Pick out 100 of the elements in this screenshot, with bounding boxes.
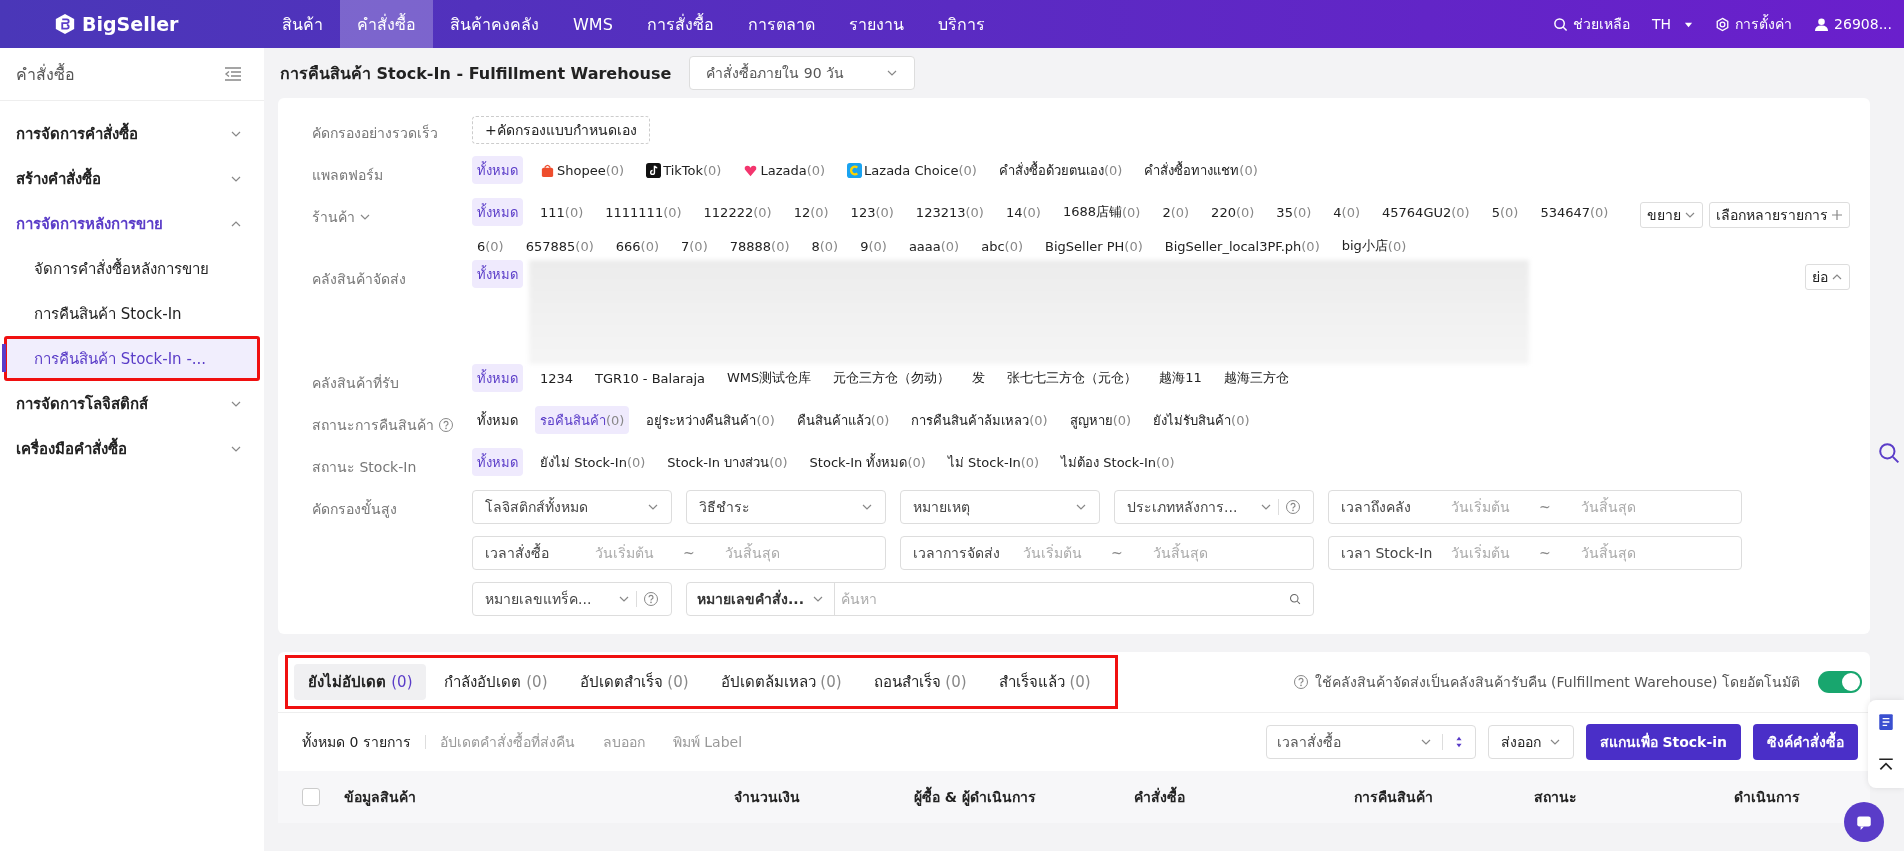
dropdown-field[interactable]: โลจิสติกส์ทั้งหมด bbox=[472, 490, 672, 524]
filter-option[interactable]: 发 bbox=[967, 364, 991, 392]
filter-option[interactable]: Stock-In บางส่วน(0) bbox=[662, 448, 793, 476]
select-all-checkbox[interactable] bbox=[302, 788, 320, 806]
dropdown-field[interactable]: ประเภทหลังการ... bbox=[1114, 490, 1314, 524]
filter-option[interactable]: big小店(0) bbox=[1336, 232, 1412, 260]
multi-select-button[interactable]: เลือกหลายรายการ bbox=[1709, 202, 1850, 228]
nav-tab[interactable]: สินค้าคงคลัง bbox=[433, 0, 556, 48]
collapse-button[interactable]: ย่อ bbox=[1805, 264, 1850, 290]
filter-option[interactable]: Shopee(0) bbox=[535, 156, 630, 184]
filter-option[interactable]: ทั้งหมด bbox=[472, 156, 523, 184]
filter-option[interactable]: Stock-In ทั้งหมด(0) bbox=[804, 448, 931, 476]
status-tab[interactable]: ยังไม่อัปเดต (0) bbox=[294, 664, 427, 700]
filter-option[interactable]: 1688店铺(0) bbox=[1057, 198, 1146, 226]
nav-tab[interactable]: การสั่งซื้อ bbox=[629, 0, 731, 48]
sidebar-group[interactable]: สร้างคำสั่งซื้อ bbox=[0, 156, 264, 201]
filter-option[interactable]: ยังไม่รับสินค้า(0) bbox=[1148, 406, 1255, 434]
filter-option[interactable]: 666(0) bbox=[610, 232, 664, 260]
help-link[interactable]: ช่วยเหลือ bbox=[1553, 13, 1630, 35]
filter-option[interactable]: BigSeller_local3PF.ph(0) bbox=[1159, 232, 1325, 260]
filter-option[interactable]: WMS测试仓库 bbox=[722, 364, 817, 392]
filter-option[interactable]: abc(0) bbox=[976, 232, 1028, 260]
filter-option[interactable]: 4(0) bbox=[1328, 198, 1366, 226]
filter-option[interactable]: รอคืนสินค้า(0) bbox=[535, 406, 630, 434]
collapse-menu-icon[interactable] bbox=[224, 67, 242, 81]
sync-button[interactable]: ซิงค์คำสั่งซื้อ bbox=[1753, 724, 1858, 760]
filter-option[interactable]: aaaa(0) bbox=[903, 232, 965, 260]
date-range-field[interactable]: เวลาถึงคลัง วันเริ่มต้น ~ วันสิ้นสุด bbox=[1328, 490, 1742, 524]
filter-option[interactable]: 7(0) bbox=[676, 232, 713, 260]
sidebar-item[interactable]: การคืนสินค้า Stock-In -... bbox=[4, 336, 260, 381]
status-tab[interactable]: ถอนสำเร็จ (0) bbox=[859, 664, 981, 700]
date-range-field[interactable]: เวลาการจัดส่ง วันเริ่มต้น ~ วันสิ้นสุด bbox=[900, 536, 1314, 570]
chat-button[interactable] bbox=[1844, 802, 1884, 842]
sidebar-group[interactable]: เครื่องมือคำสั่งซื้อ bbox=[0, 426, 264, 471]
filter-option[interactable]: ทั้งหมด bbox=[472, 364, 523, 392]
filter-option[interactable]: 111(0) bbox=[535, 198, 589, 226]
filter-option[interactable]: Lazada(0) bbox=[738, 156, 831, 184]
nav-tab[interactable]: WMS bbox=[556, 0, 630, 48]
filter-option[interactable]: 123(0) bbox=[845, 198, 899, 226]
filter-label[interactable]: ร้านค้า bbox=[312, 198, 472, 228]
filter-option[interactable]: คำสั่งซื้อทางแชท(0) bbox=[1139, 156, 1263, 184]
user-menu[interactable]: 26908... bbox=[1814, 13, 1892, 35]
filter-option[interactable]: คำสั่งซื้อด้วยตนเอง(0) bbox=[993, 156, 1128, 184]
sidebar-group[interactable]: การจัดการหลังการขาย bbox=[0, 201, 264, 246]
filter-option[interactable]: 越海三方仓 bbox=[1218, 364, 1294, 392]
nav-tab[interactable]: บริการ bbox=[920, 0, 1002, 48]
filter-option[interactable]: 123213(0) bbox=[910, 198, 989, 226]
scan-button[interactable]: สแกนเพื่อ Stock-in bbox=[1585, 724, 1741, 760]
filter-option[interactable]: 657885(0) bbox=[520, 232, 599, 260]
help-icon[interactable] bbox=[1292, 674, 1309, 690]
filter-option[interactable]: TikTok(0) bbox=[641, 156, 727, 184]
custom-filter-button[interactable]: +คัดกรองแบบกำหนดเอง bbox=[472, 116, 650, 144]
filter-option[interactable]: 220(0) bbox=[1206, 198, 1260, 226]
filter-option[interactable]: 534647(0) bbox=[1535, 198, 1614, 226]
period-select[interactable]: คำสั่งซื้อภายใน 90 วัน bbox=[689, 56, 916, 90]
nav-tab[interactable]: สินค้า bbox=[265, 0, 340, 48]
sidebar-group[interactable]: การจัดการโลจิสติกส์ bbox=[0, 381, 264, 426]
toggle-switch[interactable] bbox=[1818, 671, 1862, 693]
filter-option[interactable]: 45764GU2(0) bbox=[1377, 198, 1475, 226]
expand-button[interactable]: ขยาย bbox=[1640, 202, 1703, 228]
filter-option[interactable]: สูญหาย(0) bbox=[1064, 406, 1137, 434]
status-tab[interactable]: อัปเดตสำเร็จ (0) bbox=[565, 664, 703, 700]
language-selector[interactable]: TH bbox=[1652, 13, 1694, 35]
filter-option[interactable]: ทั้งหมด bbox=[472, 406, 523, 434]
sidebar-group[interactable]: การจัดการคำสั่งซื้อ bbox=[0, 111, 264, 156]
filter-option[interactable]: ยังไม่ Stock-In(0) bbox=[535, 448, 651, 476]
logo[interactable]: BigSeller bbox=[0, 13, 210, 35]
filter-option[interactable]: 2(0) bbox=[1157, 198, 1195, 226]
nav-tab[interactable]: การตลาด bbox=[730, 0, 832, 48]
help-icon[interactable] bbox=[1285, 499, 1301, 515]
nav-tab[interactable]: คำสั่งซื้อ bbox=[340, 0, 433, 48]
help-icon[interactable] bbox=[438, 417, 454, 433]
filter-option[interactable]: ไม่ Stock-In(0) bbox=[942, 448, 1045, 476]
search-icon[interactable] bbox=[1878, 442, 1900, 464]
filter-option[interactable]: ทั้งหมด bbox=[472, 448, 523, 476]
filter-option[interactable]: 8(0) bbox=[806, 232, 844, 260]
date-range-field[interactable]: เวลาสั่งซื้อ วันเริ่มต้น ~ วันสิ้นสุด bbox=[472, 536, 886, 570]
filter-option[interactable]: 78888(0) bbox=[724, 232, 795, 260]
filter-option[interactable]: 12(0) bbox=[788, 198, 834, 226]
sort-select[interactable]: เวลาสั่งซื้อ bbox=[1265, 725, 1476, 759]
dropdown-field[interactable]: หมายเลขแทร็ค... bbox=[472, 582, 672, 616]
filter-option[interactable]: ทั้งหมด bbox=[472, 260, 523, 288]
sidebar-item[interactable]: จัดการคำสั่งซื้อหลังการขาย bbox=[4, 246, 260, 291]
status-tab[interactable]: สำเร็จแล้ว (0) bbox=[984, 664, 1105, 700]
export-button[interactable]: ส่งออก bbox=[1487, 725, 1574, 759]
dropdown-field[interactable]: หมายเหตุ bbox=[900, 490, 1100, 524]
filter-option[interactable]: ไม่ต้อง Stock-In(0) bbox=[1056, 448, 1180, 476]
filter-option[interactable]: 112222(0) bbox=[698, 198, 777, 226]
filter-option[interactable]: การคืนสินค้าล้มเหลว(0) bbox=[906, 406, 1053, 434]
filter-option[interactable]: ทั้งหมด bbox=[472, 198, 523, 226]
sidebar-item[interactable]: การคืนสินค้า Stock-In bbox=[4, 291, 260, 336]
dropdown-field[interactable]: วิธีชำระ bbox=[686, 490, 886, 524]
filter-option[interactable]: 14(0) bbox=[1000, 198, 1046, 226]
filter-option[interactable]: 张七七三方仓（元仓） bbox=[1002, 364, 1143, 392]
filter-option[interactable]: คืนสินค้าแล้ว(0) bbox=[791, 406, 895, 434]
date-range-field[interactable]: เวลา Stock-In วันเริ่มต้น ~ วันสิ้นสุด bbox=[1328, 536, 1742, 570]
filter-option[interactable]: อยู่ระหว่างคืนสินค้า(0) bbox=[641, 406, 780, 434]
filter-option[interactable]: 5(0) bbox=[1486, 198, 1524, 226]
filter-option[interactable]: Lazada Choice(0) bbox=[842, 156, 982, 184]
filter-option[interactable]: 1111111(0) bbox=[600, 198, 687, 226]
